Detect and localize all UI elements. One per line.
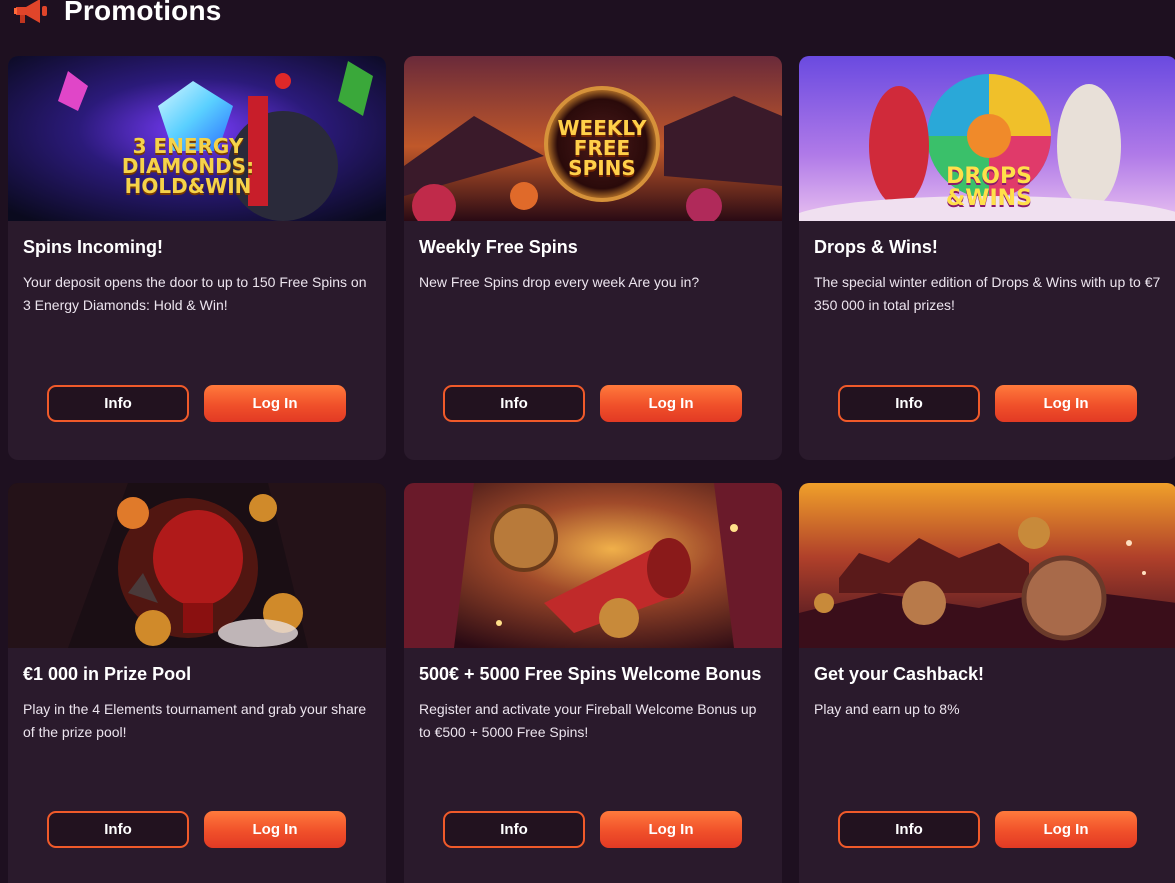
promo-description: Register and activate your Fireball Welc… [419,701,757,740]
image-caption: WEEKLY FREE SPINS [557,116,647,180]
promo-card-drops-wins: DROPS &WINS Drops & Wins! The special wi… [799,56,1175,460]
promo-description: Your deposit opens the door to up to 150… [23,274,367,313]
info-button[interactable]: Info [443,811,585,848]
promo-image: DROPS &WINS [799,56,1175,221]
promo-card-cashback: Get your Cashback! Play and earn up to 8… [799,483,1175,883]
promo-image [8,483,386,648]
four-elements-artwork [8,483,386,648]
promo-title: Weekly Free Spins [419,237,578,257]
login-button[interactable]: Log In [600,385,742,422]
megaphone-icon [14,0,47,23]
welcome-bonus-artwork [404,483,782,648]
image-caption: 3 ENERGY DIAMONDS: HOLD&WIN [121,134,255,198]
promo-description: New Free Spins drop every week Are you i… [419,274,700,290]
info-button[interactable]: Info [47,811,189,848]
page-title: Promotions [64,0,222,26]
login-button[interactable]: Log In [995,385,1137,422]
promotions-page: Promotions 3 ENERGY DIAMONDS: HOLD&WIN S… [0,0,1175,883]
info-button[interactable]: Info [838,385,980,422]
promo-title: €1 000 in Prize Pool [23,664,192,684]
cashback-artwork [799,483,1175,648]
promo-card-prize-pool: €1 000 in Prize Pool Play in the 4 Eleme… [8,483,386,883]
promo-title: Get your Cashback! [814,664,985,684]
info-button[interactable]: Info [838,811,980,848]
promo-card-spins-incoming: 3 ENERGY DIAMONDS: HOLD&WIN Spins Incomi… [8,56,386,460]
info-button[interactable]: Info [443,385,585,422]
login-button[interactable]: Log In [204,811,346,848]
promo-title: 500€ + 5000 Free Spins Welcome Bonus [419,664,762,684]
promo-title: Spins Incoming! [23,237,164,257]
promo-image: WEEKLY FREE SPINS [404,56,782,221]
login-button[interactable]: Log In [600,811,742,848]
login-button[interactable]: Log In [204,385,346,422]
promo-image: 3 ENERGY DIAMONDS: HOLD&WIN [8,56,386,221]
promo-card-welcome-bonus: 500€ + 5000 Free Spins Welcome Bonus Reg… [404,483,782,883]
promo-description: Play and earn up to 8% [814,701,960,717]
promo-card-weekly-free-spins: WEEKLY FREE SPINS Weekly Free Spins New … [404,56,782,460]
promo-description: The special winter edition of Drops & Wi… [814,274,1161,313]
promo-title: Drops & Wins! [814,237,938,257]
image-caption: DROPS &WINS [946,164,1032,211]
promo-description: Play in the 4 Elements tournament and gr… [23,701,367,740]
info-button[interactable]: Info [47,385,189,422]
page-header: Promotions [12,0,222,30]
promo-image [799,483,1175,648]
promo-image [404,483,782,648]
login-button[interactable]: Log In [995,811,1137,848]
